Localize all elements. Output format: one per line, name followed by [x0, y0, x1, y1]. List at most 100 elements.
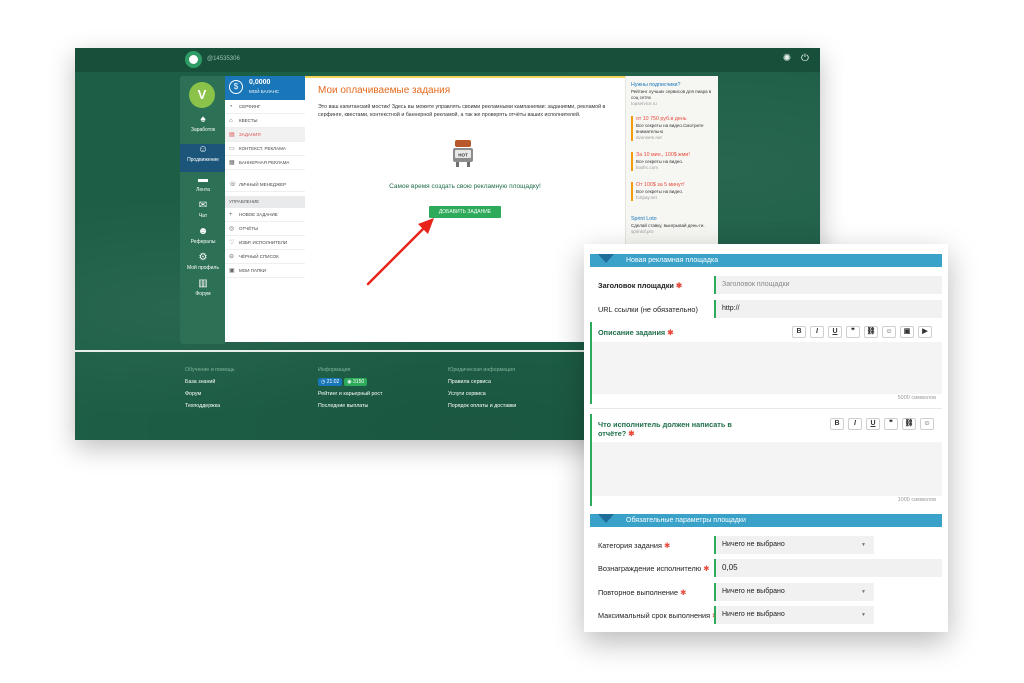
repeat-select[interactable]: Ничего не выбрано ▼	[714, 583, 874, 601]
footer-link[interactable]: Рейтинг и карьерный рост	[318, 388, 382, 400]
avatar[interactable]: V	[189, 82, 215, 108]
ad-item[interactable]: За 10 мин., 100$ жми! Все секреты на вид…	[631, 152, 713, 171]
headset-icon: ☏	[229, 182, 237, 188]
sidebar-item-earnings[interactable]: ♠ Заработок	[180, 114, 226, 142]
footer-link[interactable]: Техподдержка	[185, 400, 235, 412]
chevron-down-icon	[598, 254, 614, 263]
menu-item-surfing[interactable]: ◔ СЕРФИНГ	[225, 100, 305, 114]
underline-button[interactable]: U	[828, 326, 842, 338]
italic-button[interactable]: I	[810, 326, 824, 338]
main-sidebar: V ♠ Заработок ☺ Продвижение ▬ Лента ✉ Ча…	[180, 76, 226, 344]
gear-icon: ⚙	[198, 252, 208, 263]
coins-icon: ♠	[200, 114, 206, 125]
balance-amount: 0,0000	[249, 79, 271, 86]
footer-link[interactable]: Услуги сервиса	[448, 388, 516, 400]
time-badge: ◷ 21:02	[318, 377, 343, 386]
menu-item-folders[interactable]: ▣ МОИ ПАПКИ	[225, 264, 305, 278]
menu-item-favorite-performers[interactable]: ♡ ИЗБР. ИСПОЛНИТЕЛИ	[225, 236, 305, 250]
quote-icon[interactable]: ❞	[884, 418, 898, 430]
promotion-menu: $ 0,0000 МОЙ БАЛАНС ◔ СЕРФИНГ ⌂ КВЕСТЫ ▤ ЗА…	[225, 76, 305, 342]
menu-item-context-ads[interactable]: ▭ КОНТЕКСТ. РЕКЛАМА	[225, 142, 305, 156]
emoji-icon[interactable]: ☺	[920, 418, 934, 430]
sidebar-item-feed[interactable]: ▬ Лента	[180, 174, 226, 202]
heart-icon: ♡	[229, 240, 235, 246]
balance-card[interactable]: $ 0,0000 МОЙ БАЛАНС	[225, 76, 305, 100]
description-textarea[interactable]	[592, 342, 942, 394]
ad-item[interactable]: от 10 750 руб.в день Все секреты на виде…	[631, 116, 713, 141]
user-id: @14535306	[207, 56, 240, 62]
bold-button[interactable]: B	[792, 326, 806, 338]
clock-icon: ◔	[229, 104, 233, 110]
footer-link[interactable]: Последние выплаты	[318, 400, 382, 412]
title-input[interactable]: Заголовок площадки	[714, 276, 942, 294]
field-row-title: Заголовок площадки ✱ Заголовок площадки	[590, 276, 942, 294]
youtube-icon[interactable]: ▶	[918, 326, 932, 338]
underline-button[interactable]: U	[866, 418, 880, 430]
chat-icon: ✉	[198, 200, 208, 211]
reward-input[interactable]: 0,05	[714, 559, 942, 577]
footer-link[interactable]: Порядок оплаты и доставки	[448, 400, 516, 412]
link-icon[interactable]: ⛓	[864, 326, 878, 338]
menu-item-blacklist[interactable]: ⊖ ЧЁРНЫЙ СПИСОК	[225, 250, 305, 264]
menu-item-banner-ads[interactable]: ▦ БАННЕРНАЯ РЕКЛАМА	[225, 156, 305, 170]
footer-link[interactable]: Правила сервиса	[448, 376, 516, 388]
category-select[interactable]: Ничего не выбрано ▼	[714, 536, 874, 554]
banner-icon: ▦	[229, 160, 235, 166]
sidebar-item-chat[interactable]: ✉ Чат	[180, 200, 226, 228]
sidebar-item-referrals[interactable]: ☻ Рефералы	[180, 226, 226, 254]
link-icon[interactable]: ⛓	[902, 418, 916, 430]
quest-icon: ⌂	[229, 118, 233, 124]
quote-icon[interactable]: ❞	[846, 326, 860, 338]
forum-icon: ▥	[198, 278, 208, 289]
caret-down-icon: ▼	[861, 542, 866, 548]
footer-link[interactable]: База знаний	[185, 376, 235, 388]
menu-item-new-task[interactable]: + НОВОЕ ЗАДАНИЕ	[225, 208, 305, 222]
sidebar-item-promotion[interactable]: ☺ Продвижение	[180, 144, 226, 172]
page-title: Мои оплачиваемые задания	[318, 85, 451, 96]
menu-item-reports[interactable]: ◎ ОТЧЁТЫ	[225, 222, 305, 236]
italic-button[interactable]: I	[848, 418, 862, 430]
url-input[interactable]: http://	[714, 300, 942, 318]
chevron-down-icon	[598, 514, 614, 523]
bold-button[interactable]: B	[830, 418, 844, 430]
logo[interactable]	[185, 51, 202, 68]
image-icon[interactable]: ▣	[900, 326, 914, 338]
report-toolbar: B I U ❞ ⛓ ☺	[830, 418, 934, 430]
power-icon[interactable]: ⏻	[799, 53, 811, 65]
settings-icon[interactable]: ✺	[781, 53, 793, 65]
folder-icon: ▣	[229, 268, 235, 274]
rocket-icon: ☺	[197, 144, 209, 155]
feed-icon: ▬	[198, 174, 208, 185]
menu-section-manage: УПРАВЛЕНИЕ	[225, 196, 305, 208]
report-textarea[interactable]	[592, 442, 942, 496]
sidebar-item-profile[interactable]: ⚙ Мой профиль	[180, 252, 226, 280]
description-toolbar: B I U ❞ ⛓ ☺ ▣ ▶	[792, 326, 932, 338]
field-row-category: Категория задания ✱ Ничего не выбрано ▼	[590, 536, 942, 554]
ad-item[interactable]: Нужны подписчики? Рейтинг лучших сервисо…	[631, 82, 713, 107]
menu-item-personal-manager[interactable]: ☏ ЛИЧНЫЙ МЕНЕДЖЕР	[225, 178, 305, 192]
cta-text: Самое время создать свою рекламную площа…	[389, 183, 541, 190]
menu-item-quests[interactable]: ⌂ КВЕСТЫ	[225, 114, 305, 128]
context-ad-icon: ▭	[229, 146, 235, 152]
footer-col-info: Информация ◷ 21:02 ◉ 3150 Рейтинг и карье…	[318, 364, 382, 412]
emoji-icon[interactable]: ☺	[882, 326, 896, 338]
caret-down-icon: ▼	[861, 612, 866, 618]
report-char-counter: 1000 символов	[897, 497, 936, 503]
top-bar: @14535306 ✺ ⏻	[75, 48, 820, 72]
ad-item[interactable]: От 100$ за 5 минут! Все секреты на видео…	[631, 182, 713, 201]
eye-icon: ◎	[229, 226, 235, 232]
footer-col-help: Обучение и помощь База знаний Форум Техп…	[185, 364, 235, 412]
sidebar-item-forum[interactable]: ▥ Форум	[180, 278, 226, 306]
screenshot-stage: @14535306 ✺ ⏻ V ♠ Заработок ☺ Продвижени…	[0, 0, 1024, 683]
menu-item-tasks[interactable]: ▤ ЗАДАНИЯ	[225, 128, 305, 142]
hot-robot-icon: HOT	[453, 140, 473, 167]
intro-text: Это ваш капитанский мостик! Здесь вы мож…	[318, 104, 606, 118]
footer-link[interactable]: Форум	[185, 388, 235, 400]
online-badge: ◉ 3150	[344, 377, 368, 386]
deadline-select[interactable]: Ничего не выбрано ▼	[714, 606, 874, 624]
field-row-repeat: Повторное выполнение ✱ Ничего не выбрано…	[590, 583, 942, 601]
ad-item[interactable]: Sprint Loto Сделай ставку, выигрывай ден…	[631, 216, 713, 235]
field-row-deadline: Максимальный срок выполнения ✱ Ничего не…	[590, 606, 942, 624]
plus-icon: +	[229, 212, 233, 218]
pointer-arrow-icon	[366, 218, 434, 286]
